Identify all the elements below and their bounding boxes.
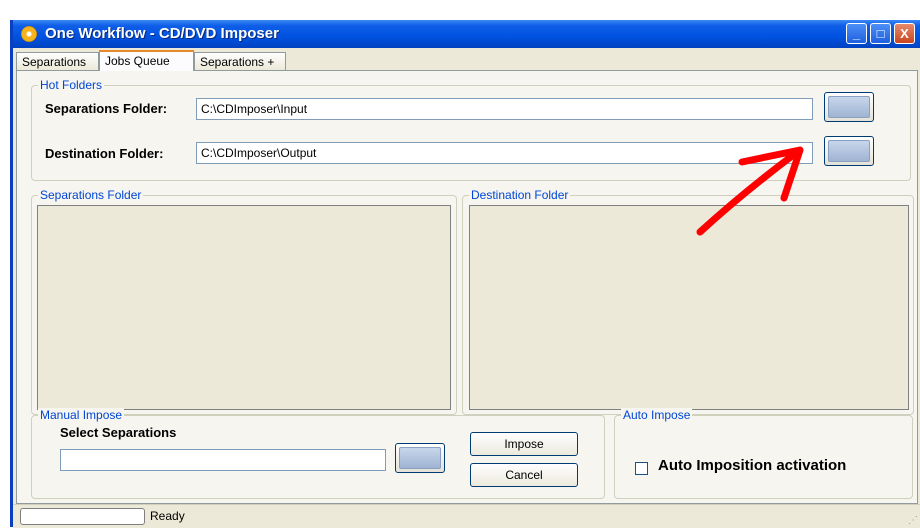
status-text: Ready <box>150 509 185 523</box>
folder-icon <box>828 96 870 118</box>
auto-imposition-checkbox[interactable] <box>635 462 648 475</box>
browse-separations-manual-button[interactable] <box>395 443 445 473</box>
app-window: One Workflow - CD/DVD Imposer _ □ X Sepa… <box>10 20 920 528</box>
auto-impose-label: Auto Impose <box>621 408 693 422</box>
tab-separations[interactable]: Separations <box>16 52 99 70</box>
auto-impose-group: Auto Impose Auto Imposition activation <box>614 408 913 499</box>
separations-folder-field[interactable]: C:\CDImposer\Input <box>196 98 813 120</box>
window-title: One Workflow - CD/DVD Imposer <box>45 25 279 42</box>
select-separations-label: Select Separations <box>60 425 177 440</box>
tab-jobs-queue[interactable]: Jobs Queue <box>99 50 194 71</box>
status-bar: Ready ⋰ <box>13 504 920 528</box>
minimize-button[interactable]: _ <box>846 23 867 44</box>
separations-folder-group-label: Separations Folder <box>38 188 144 202</box>
hot-folders-group: Hot Folders Separations Folder: C:\CDImp… <box>31 78 911 181</box>
jobs-queue-panel: Hot Folders Separations Folder: C:\CDImp… <box>16 70 918 504</box>
select-separations-input[interactable] <box>60 449 386 471</box>
folder-icon <box>828 140 870 162</box>
browse-destination-button[interactable] <box>824 136 874 166</box>
resize-grip-icon[interactable]: ⋰ <box>908 515 918 526</box>
manual-impose-label: Manual Impose <box>38 408 125 422</box>
folder-icon <box>399 447 441 469</box>
browse-separations-button[interactable] <box>824 92 874 122</box>
maximize-button[interactable]: □ <box>870 23 891 44</box>
destination-folder-field[interactable]: C:\CDImposer\Output <box>196 142 813 164</box>
app-disc-icon <box>21 26 37 42</box>
separations-folder-label: Separations Folder: <box>45 101 168 116</box>
destination-folder-group: Destination Folder <box>462 188 914 415</box>
impose-button[interactable]: Impose <box>470 432 578 456</box>
status-progress-box <box>20 508 145 525</box>
auto-imposition-label[interactable]: Auto Imposition activation <box>658 457 846 474</box>
cancel-button[interactable]: Cancel <box>470 463 578 487</box>
title-bar[interactable]: One Workflow - CD/DVD Imposer _ □ X <box>13 20 920 48</box>
close-button[interactable]: X <box>894 23 915 44</box>
separations-folder-list[interactable] <box>37 205 451 410</box>
destination-folder-list[interactable] <box>469 205 909 410</box>
separations-folder-group: Separations Folder <box>31 188 457 415</box>
destination-folder-group-label: Destination Folder <box>469 188 571 202</box>
manual-impose-group: Manual Impose Select Separations Impose … <box>31 408 605 499</box>
hot-folders-label: Hot Folders <box>38 78 105 92</box>
destination-folder-label: Destination Folder: <box>45 146 164 161</box>
tab-separations-plus[interactable]: Separations + <box>194 52 286 70</box>
